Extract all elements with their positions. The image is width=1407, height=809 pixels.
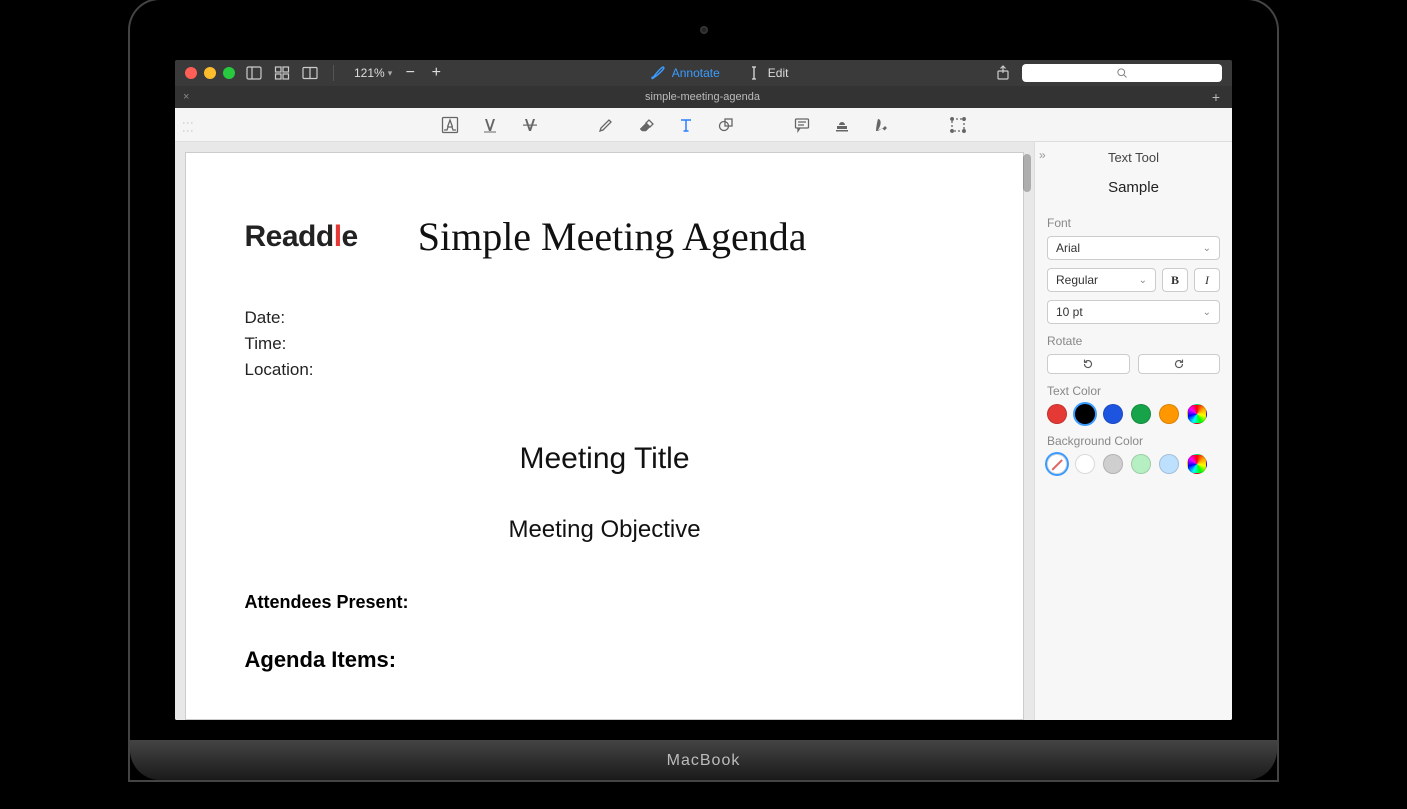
tab-title[interactable]: simple-meeting-agenda [197, 91, 1208, 103]
camera-dot [700, 26, 708, 34]
main-area: Readdle Simple Meeting Agenda Date: Time… [175, 142, 1232, 720]
minimize-window-button[interactable] [204, 67, 216, 79]
readdle-logo: Readdle [245, 220, 358, 254]
annotate-label: Annotate [672, 66, 720, 80]
strikethrough-icon[interactable] [519, 114, 541, 136]
zoom-out-button[interactable]: − [402, 64, 418, 82]
text-color-blue[interactable] [1103, 404, 1123, 424]
text-color-swatches [1047, 404, 1220, 424]
two-page-view-icon[interactable] [301, 64, 319, 82]
selection-tool-icon[interactable] [947, 114, 969, 136]
bg-color-group-label: Background Color [1047, 434, 1220, 448]
macbook-label: MacBook [667, 752, 741, 770]
window-controls [185, 67, 235, 79]
font-family-select[interactable]: Arial ⌄ [1047, 236, 1220, 260]
pen-icon [650, 65, 666, 81]
time-field-label: Time: [245, 334, 965, 354]
note-icon[interactable] [791, 114, 813, 136]
pencil-icon[interactable] [595, 114, 617, 136]
stamp-icon[interactable] [831, 114, 853, 136]
bg-color-white[interactable] [1075, 454, 1095, 474]
edit-label: Edit [768, 66, 789, 80]
share-icon[interactable] [994, 64, 1012, 82]
attendees-label: Attendees Present: [245, 592, 965, 613]
laptop-hinge: MacBook [130, 740, 1277, 780]
document-viewport[interactable]: Readdle Simple Meeting Agenda Date: Time… [175, 142, 1034, 720]
laptop-frame: 121% ▾ − + Annotate Edit × [130, 0, 1277, 780]
meeting-objective-heading: Meeting Objective [245, 516, 965, 544]
rotate-cw-button[interactable] [1138, 354, 1221, 374]
text-color-orange[interactable] [1159, 404, 1179, 424]
signature-icon[interactable] [871, 114, 893, 136]
bg-color-lightblue[interactable] [1159, 454, 1179, 474]
close-window-button[interactable] [185, 67, 197, 79]
underline-icon[interactable] [479, 114, 501, 136]
text-color-black[interactable] [1075, 404, 1095, 424]
zoom-level[interactable]: 121% ▾ [354, 66, 392, 80]
search-icon [1116, 67, 1128, 79]
fullscreen-window-button[interactable] [223, 67, 235, 79]
meeting-title-heading: Meeting Title [245, 442, 965, 476]
tab-bar: × simple-meeting-agenda + [175, 86, 1232, 108]
tab-close-button[interactable]: × [183, 91, 197, 103]
annotate-mode-button[interactable]: Annotate [642, 65, 728, 81]
rotate-group-label: Rotate [1047, 334, 1220, 348]
bg-color-none[interactable] [1047, 454, 1067, 474]
text-color-group-label: Text Color [1047, 384, 1220, 398]
edit-mode-button[interactable]: Edit [738, 65, 797, 81]
text-color-red[interactable] [1047, 404, 1067, 424]
search-input[interactable] [1022, 64, 1222, 82]
document-title: Simple Meeting Agenda [418, 213, 807, 260]
text-style-icon[interactable] [439, 114, 461, 136]
text-color-green[interactable] [1131, 404, 1151, 424]
zoom-in-button[interactable]: + [428, 64, 444, 82]
panel-title: Text Tool [1047, 150, 1220, 165]
zoom-value: 121% [354, 66, 385, 80]
location-field-label: Location: [245, 360, 965, 380]
app-window: 121% ▾ − + Annotate Edit × [175, 60, 1232, 720]
toolbar-drag-handle[interactable]: ⋮⋮ [181, 117, 195, 133]
new-tab-button[interactable]: + [1208, 89, 1224, 105]
annotate-toolbar: ⋮⋮ [175, 108, 1232, 142]
text-color-custom[interactable] [1187, 404, 1207, 424]
font-weight-value: Regular [1056, 273, 1098, 287]
font-group-label: Font [1047, 216, 1220, 230]
document-page[interactable]: Readdle Simple Meeting Agenda Date: Time… [185, 152, 1024, 720]
inspector-panel: » Text Tool Sample Font Arial ⌄ Regular … [1034, 142, 1232, 720]
font-size-value: 10 pt [1056, 305, 1083, 319]
chevron-down-icon: ⌄ [1139, 275, 1147, 286]
eraser-icon[interactable] [635, 114, 657, 136]
collapse-panel-button[interactable]: » [1039, 148, 1046, 162]
window-titlebar: 121% ▾ − + Annotate Edit [175, 60, 1232, 86]
date-field-label: Date: [245, 308, 965, 328]
bg-color-swatches [1047, 454, 1220, 474]
agenda-items-label: Agenda Items: [245, 647, 965, 673]
font-weight-select[interactable]: Regular ⌄ [1047, 268, 1156, 292]
bg-color-lightgreen[interactable] [1131, 454, 1151, 474]
text-tool-icon[interactable] [675, 114, 697, 136]
font-size-select[interactable]: 10 pt ⌄ [1047, 300, 1220, 324]
bold-button[interactable]: B [1162, 268, 1188, 292]
chevron-down-icon: ⌄ [1203, 243, 1211, 254]
sidebar-toggle-icon[interactable] [245, 64, 263, 82]
shape-tool-icon[interactable] [715, 114, 737, 136]
font-family-value: Arial [1056, 241, 1080, 255]
scrollbar-thumb[interactable] [1023, 154, 1031, 192]
text-cursor-icon [746, 65, 762, 81]
chevron-down-icon: ⌄ [1203, 307, 1211, 318]
sample-preview: Sample [1047, 179, 1220, 196]
rotate-ccw-button[interactable] [1047, 354, 1130, 374]
bg-color-custom[interactable] [1187, 454, 1207, 474]
grid-view-icon[interactable] [273, 64, 291, 82]
bg-color-gray[interactable] [1103, 454, 1123, 474]
italic-button[interactable]: I [1194, 268, 1220, 292]
chevron-down-icon: ▾ [388, 68, 393, 79]
